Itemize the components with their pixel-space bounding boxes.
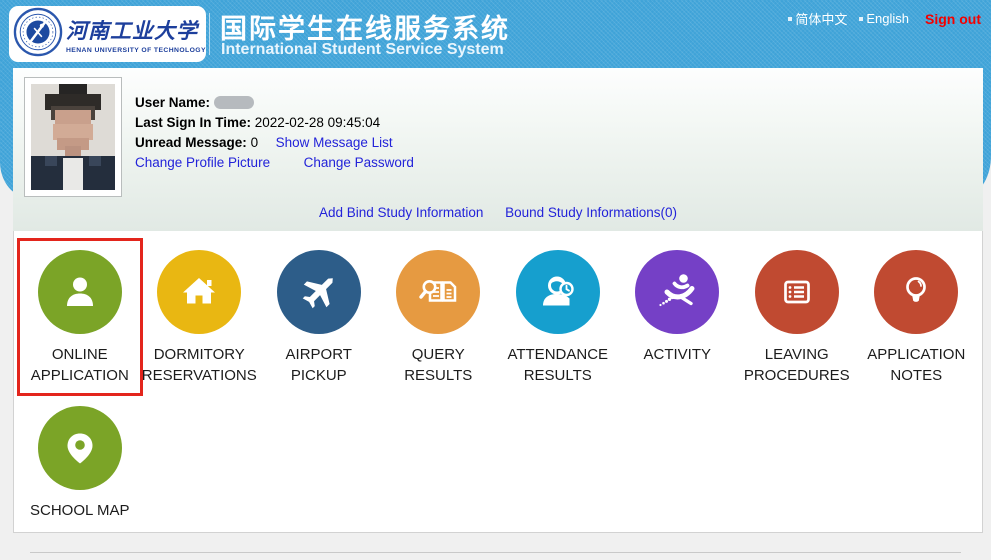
- last-sign-in-row: Last Sign In Time: 2022-02-28 09:45:04: [135, 115, 414, 129]
- show-message-list-link[interactable]: Show Message List: [276, 135, 393, 150]
- user-info-block: User Name: Last Sign In Time: 2022-02-28…: [135, 95, 414, 175]
- plane-icon: [277, 250, 361, 334]
- unread-message-label: Unread Message:: [135, 135, 247, 150]
- language-bar: 简体中文 English Sign out: [776, 9, 981, 28]
- user-name-label: User Name:: [135, 95, 210, 110]
- add-bind-study-information-link[interactable]: Add Bind Study Information: [319, 205, 483, 220]
- service-tile-grid: ONLINE APPLICATION DORMITORY RESERVATION…: [20, 241, 982, 532]
- content-panel: User Name: Last Sign In Time: 2022-02-28…: [13, 68, 983, 533]
- bound-study-informations-link[interactable]: Bound Study Informations(0): [505, 205, 677, 220]
- header-divider: [209, 13, 210, 55]
- footer-divider: [30, 552, 961, 553]
- tile-label: ONLINE APPLICATION: [20, 344, 140, 386]
- runner-icon: [635, 250, 719, 334]
- list-card-icon: [755, 250, 839, 334]
- tile-query-results[interactable]: QUERY RESULTS: [379, 241, 499, 393]
- tile-label: LEAVING PROCEDURES: [737, 344, 857, 386]
- header: 河南工业大学 HENAN UNIVERSITY OF TECHNOLOGY 国际…: [0, 0, 991, 68]
- tile-attendance-results[interactable]: ATTENDANCE RESULTS: [498, 241, 618, 393]
- language-chinese-link[interactable]: 简体中文: [788, 9, 847, 28]
- map-pin-icon: [38, 406, 122, 490]
- page: 河南工业大学 HENAN UNIVERSITY OF TECHNOLOGY 国际…: [0, 0, 991, 560]
- tile-label: ACTIVITY: [643, 344, 711, 365]
- search-documents-icon: [396, 250, 480, 334]
- bullet-icon: [788, 17, 792, 21]
- unread-message-count: 0: [251, 135, 259, 150]
- last-sign-in-value: 2022-02-28 09:45:04: [255, 115, 380, 130]
- tile-application-notes[interactable]: APPLICATION NOTES: [857, 241, 977, 393]
- tile-label: AIRPORT PICKUP: [259, 344, 379, 386]
- tile-airport-pickup[interactable]: AIRPORT PICKUP: [259, 241, 379, 393]
- user-info-panel: User Name: Last Sign In Time: 2022-02-28…: [13, 68, 983, 231]
- change-password-link[interactable]: Change Password: [304, 155, 414, 170]
- study-info-links: Add Bind Study Information Bound Study I…: [13, 205, 983, 220]
- tile-dormitory-reservations[interactable]: DORMITORY RESERVATIONS: [140, 241, 260, 393]
- tile-label: DORMITORY RESERVATIONS: [140, 344, 260, 386]
- sign-out-button[interactable]: Sign out: [925, 11, 981, 27]
- tile-label: APPLICATION NOTES: [857, 344, 977, 386]
- person-clock-icon: [516, 250, 600, 334]
- home-icon: [157, 250, 241, 334]
- user-name-row: User Name:: [135, 95, 414, 109]
- language-chinese-label: 简体中文: [795, 9, 847, 28]
- profile-photo: [24, 77, 122, 197]
- tile-label: QUERY RESULTS: [379, 344, 499, 386]
- tile-online-application[interactable]: ONLINE APPLICATION: [20, 241, 140, 393]
- change-profile-picture-link[interactable]: Change Profile Picture: [135, 155, 270, 170]
- language-english-label: English: [866, 11, 909, 26]
- university-logo: 河南工业大学 HENAN UNIVERSITY OF TECHNOLOGY: [9, 6, 206, 62]
- tile-leaving-procedures[interactable]: LEAVING PROCEDURES: [737, 241, 857, 393]
- system-title-en: International Student Service System: [221, 41, 504, 59]
- university-seal-icon: [13, 7, 63, 62]
- tile-label: ATTENDANCE RESULTS: [498, 344, 618, 386]
- services-panel: ONLINE APPLICATION DORMITORY RESERVATION…: [13, 231, 983, 533]
- tile-activity[interactable]: ACTIVITY: [618, 241, 738, 393]
- person-icon: [38, 250, 122, 334]
- logo-text: 河南工业大学 HENAN UNIVERSITY OF TECHNOLOGY: [66, 15, 206, 54]
- university-name-en: HENAN UNIVERSITY OF TECHNOLOGY: [66, 47, 206, 54]
- language-english-link[interactable]: English: [859, 11, 909, 26]
- last-sign-in-label: Last Sign In Time:: [135, 115, 251, 130]
- user-name-redacted: [214, 96, 254, 109]
- tile-label: SCHOOL MAP: [30, 500, 129, 521]
- unread-message-row: Unread Message: 0 Show Message List: [135, 135, 414, 149]
- profile-actions-row: Change Profile Picture Change Password: [135, 155, 414, 169]
- lightbulb-icon: [874, 250, 958, 334]
- university-name-cn: 河南工业大学: [66, 15, 206, 45]
- tile-school-map[interactable]: SCHOOL MAP: [20, 397, 140, 528]
- bullet-icon: [859, 17, 863, 21]
